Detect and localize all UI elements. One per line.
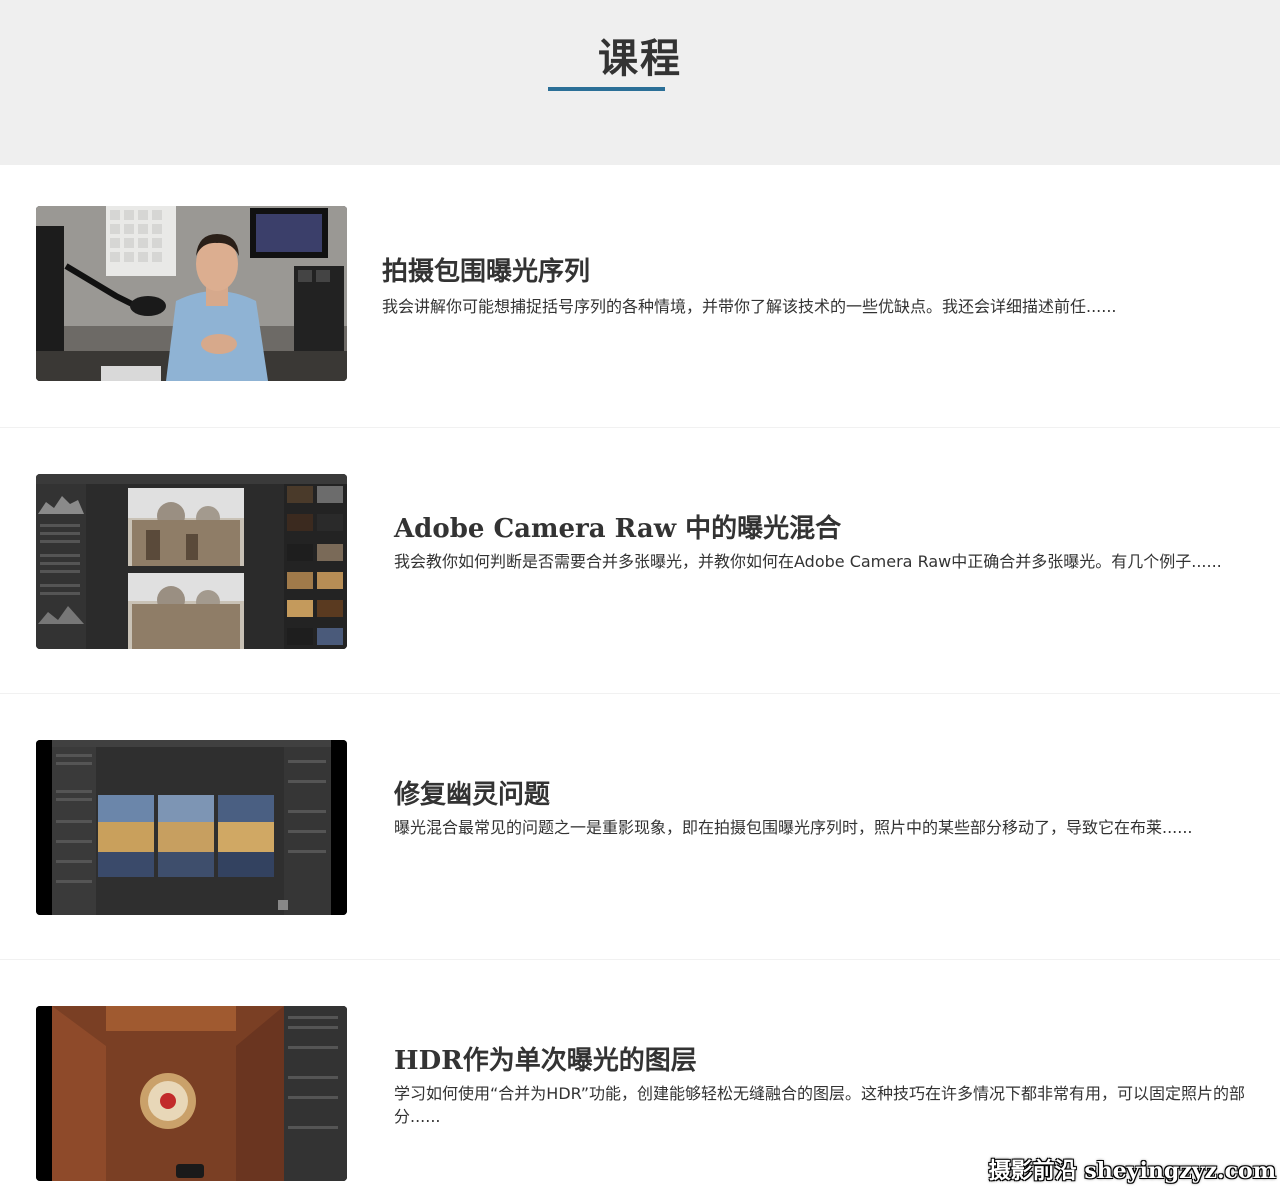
instructor-video-image — [36, 206, 347, 381]
course-card[interactable]: 拍摄包围曝光序列 我会讲解你可能想捕捉括号序列的各种情境，并带你了解该技术的一些… — [0, 165, 1280, 431]
title-underline — [548, 87, 665, 91]
course-thumbnail-hdr-layers[interactable] — [36, 1006, 347, 1181]
course-description: 我会教你如何判断是否需要合并多张曝光，并教你如何在Adobe Camera Ra… — [394, 552, 1222, 571]
church-window-screenshot — [36, 1006, 347, 1181]
course-card[interactable]: Adobe Camera Raw 中的曝光混合 我会教你如何判断是否需要合并多张… — [0, 427, 1280, 693]
photoshop-ghosting-screenshot — [36, 740, 347, 915]
course-thumbnail-instructor[interactable] — [36, 206, 347, 381]
course-card[interactable]: 修复幽灵问题 曝光混合最常见的问题之一是重影现象，即在拍摄包围曝光序列时，照片中… — [0, 693, 1280, 959]
course-description: 学习如何使用“合并为HDR”功能，创建能够轻松无缝融合的图层。这种技巧在许多情况… — [394, 1084, 1246, 1126]
course-title[interactable]: 修复幽灵问题 — [394, 774, 550, 811]
watermark: 摄影前沿 sheyingzyz.com — [988, 1158, 1276, 1184]
page-header: 课程 — [0, 0, 1280, 165]
page-title: 课程 — [598, 36, 682, 82]
course-title[interactable]: Adobe Camera Raw 中的曝光混合 — [394, 508, 841, 545]
course-title[interactable]: HDR作为单次曝光的图层 — [394, 1040, 697, 1077]
course-description: 曝光混合最常见的问题之一是重影现象，即在拍摄包围曝光序列时，照片中的某些部分移动… — [394, 818, 1193, 837]
course-thumbnail-ghosting[interactable] — [36, 740, 347, 915]
course-description: 我会讲解你可能想捕捉括号序列的各种情境，并带你了解该技术的一些优缺点。我还会详细… — [382, 297, 1117, 316]
course-title[interactable]: 拍摄包围曝光序列 — [382, 251, 590, 288]
course-thumbnail-camera-raw[interactable] — [36, 474, 347, 649]
camera-raw-screenshot — [36, 474, 347, 649]
